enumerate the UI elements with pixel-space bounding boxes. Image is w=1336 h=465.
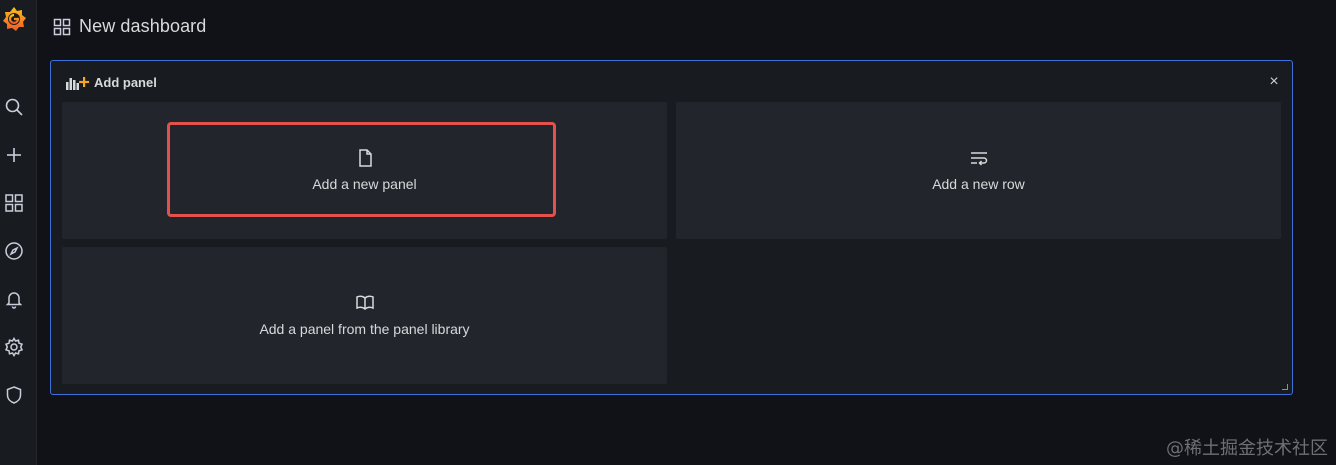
sidebar	[0, 0, 37, 465]
resize-handle[interactable]	[1282, 384, 1288, 390]
add-new-panel-label: Add a new panel	[312, 176, 417, 192]
alerting-icon[interactable]	[0, 285, 28, 313]
add-panel-from-library-button[interactable]: Add a panel from the panel library	[62, 247, 667, 384]
watermark: @稀土掘金技术社区	[1166, 438, 1328, 459]
topbar: New dashboard	[37, 0, 1336, 56]
row-icon	[969, 148, 989, 168]
close-icon[interactable]: ×	[1266, 74, 1282, 90]
book-open-icon	[355, 293, 375, 313]
add-panel-icon	[66, 76, 90, 90]
dashboard-title[interactable]: New dashboard	[79, 16, 206, 37]
add-panel-from-library-label: Add a panel from the panel library	[259, 321, 470, 337]
plus-icon[interactable]	[0, 141, 28, 169]
add-new-row-label: Add a new row	[932, 176, 1025, 192]
dashboards-icon[interactable]	[0, 189, 28, 217]
dashboard-grid-icon	[53, 18, 71, 36]
add-panel-header[interactable]: Add panel ×	[51, 61, 1292, 101]
grafana-logo-icon	[3, 7, 26, 31]
configuration-icon[interactable]	[0, 333, 28, 361]
explore-icon[interactable]	[0, 237, 28, 265]
add-new-panel-button[interactable]: Add a new panel	[62, 102, 667, 239]
grafana-logo[interactable]	[0, 5, 28, 33]
add-panel-widget: Add panel × Add a new panel Add a new ro…	[50, 60, 1293, 395]
search-icon[interactable]	[0, 93, 28, 121]
shield-icon[interactable]	[0, 381, 28, 409]
file-icon	[355, 148, 375, 168]
add-new-row-button[interactable]: Add a new row	[676, 102, 1281, 239]
add-panel-title: Add panel	[94, 75, 157, 90]
